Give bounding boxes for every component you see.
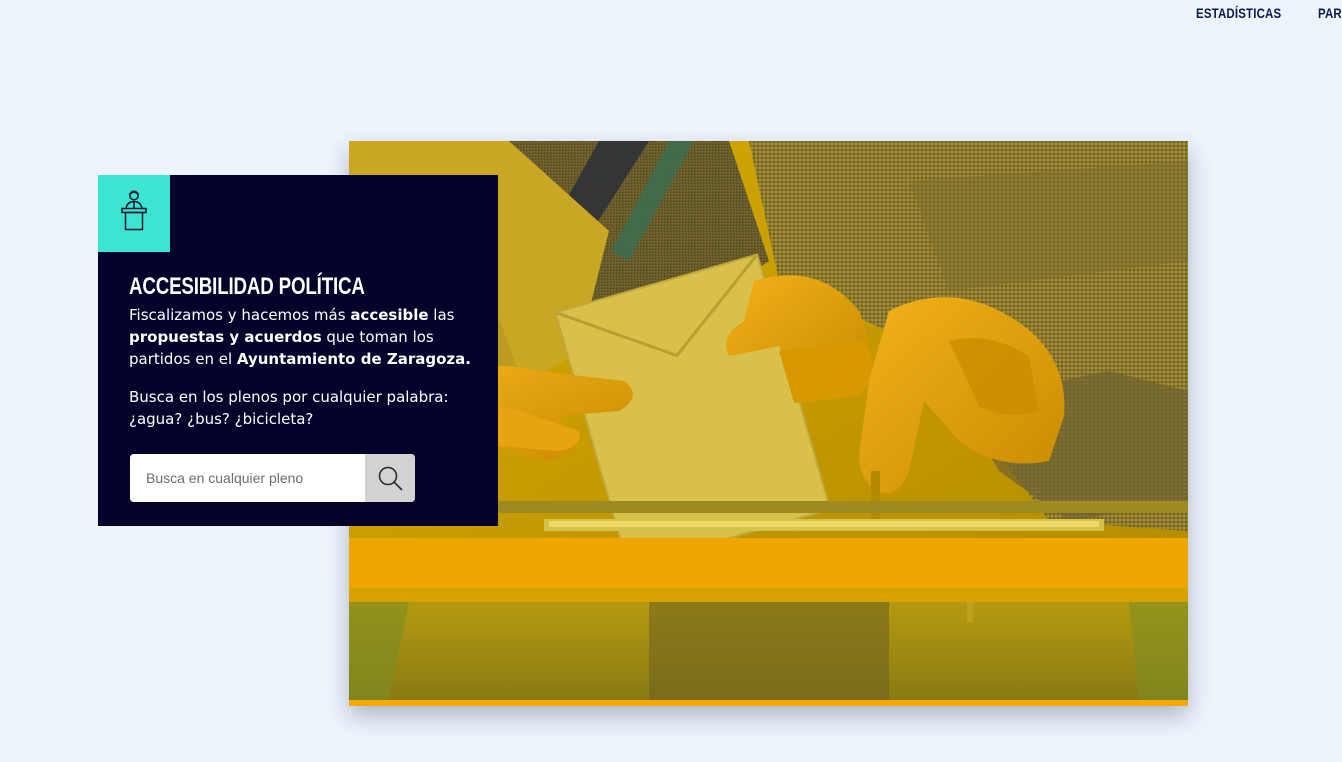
page-title: ACCESIBILIDAD POLÍTICA: [129, 273, 365, 300]
nav-link-partidos[interactable]: PAR: [1318, 5, 1342, 21]
top-navigation: ESTADÍSTICAS PAR: [1180, 0, 1342, 30]
search-input[interactable]: [130, 454, 365, 502]
speaker-podium-icon: [98, 175, 170, 252]
search-icon: [378, 466, 403, 491]
search-form: [130, 454, 415, 502]
nav-link-estadisticas[interactable]: ESTADÍSTICAS: [1196, 5, 1281, 21]
search-button[interactable]: [365, 454, 415, 502]
info-card: ACCESIBILIDAD POLÍTICA Fiscalizamos y ha…: [98, 175, 498, 526]
hero-description: Fiscalizamos y hacemos más accesible las…: [129, 306, 471, 368]
search-prompt: Busca en los plenos por cualquier palabr…: [129, 388, 449, 428]
